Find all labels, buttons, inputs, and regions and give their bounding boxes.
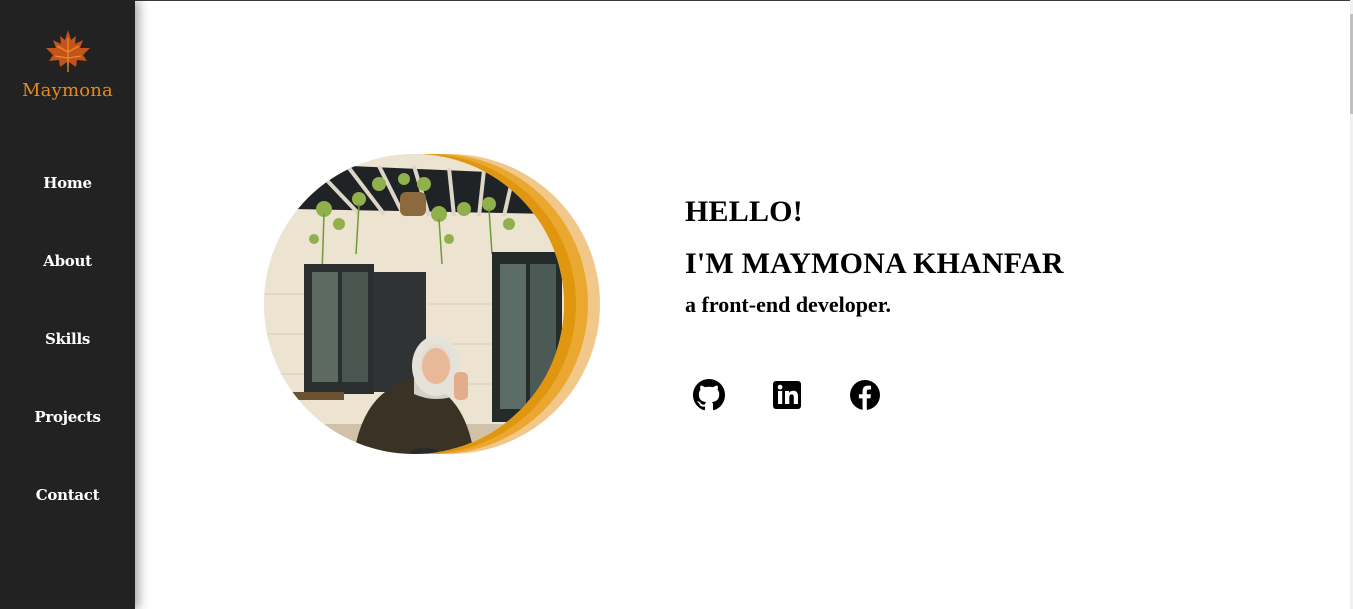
linkedin-icon <box>773 381 801 409</box>
nav-item-contact: Contact <box>0 472 135 550</box>
nav-link-contact[interactable]: Contact <box>0 472 135 518</box>
sidebar: Maymona Home About Skills Projects Conta… <box>0 0 135 609</box>
profile-photo <box>264 154 564 454</box>
github-link[interactable] <box>693 379 725 411</box>
linkedin-link[interactable] <box>771 379 803 411</box>
nav-item-skills: Skills <box>0 316 135 394</box>
nav-link-skills[interactable]: Skills <box>0 316 135 362</box>
brand-name: Maymona <box>22 80 113 101</box>
main-nav: Home About Skills Projects Contact <box>0 160 135 550</box>
facebook-icon <box>850 380 880 410</box>
nav-link-about[interactable]: About <box>0 238 135 284</box>
facebook-link[interactable] <box>849 379 881 411</box>
maple-leaf-icon <box>45 30 90 73</box>
hero-role: a front-end developer. <box>685 292 891 317</box>
hero-portrait <box>262 152 607 458</box>
nav-link-home[interactable]: Home <box>0 160 135 206</box>
window-top-border <box>0 0 1353 1</box>
nav-item-home: Home <box>0 160 135 238</box>
nav-link-projects[interactable]: Projects <box>0 394 135 440</box>
social-links <box>693 379 927 411</box>
hero-greeting: HELLO! <box>685 195 803 228</box>
hero-intro: HELLO! I'M MAYMONA KHANFAR a front-end d… <box>685 190 1064 318</box>
hero-name: I'M MAYMONA KHANFAR <box>685 247 1064 280</box>
nav-item-projects: Projects <box>0 394 135 472</box>
brand[interactable]: Maymona <box>0 28 135 101</box>
nav-item-about: About <box>0 238 135 316</box>
github-icon <box>693 379 725 411</box>
